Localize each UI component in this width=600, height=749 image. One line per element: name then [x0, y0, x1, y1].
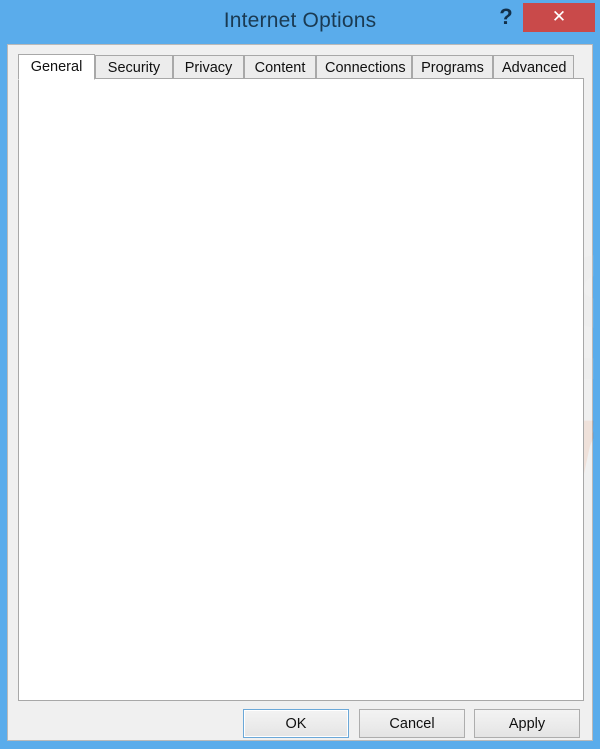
tab-strip: General Security Privacy Content Connect…: [18, 54, 584, 79]
tab-advanced[interactable]: Advanced: [493, 55, 574, 79]
internet-options-window: Internet Options ? ✕ pcrisk.com pcrisk.c…: [0, 0, 600, 749]
help-icon[interactable]: ?: [493, 2, 519, 32]
close-button[interactable]: ✕: [523, 3, 595, 32]
close-icon: ✕: [523, 3, 595, 32]
title-bar: Internet Options ? ✕: [0, 0, 600, 46]
dialog-client-area: pcrisk.com pcrisk.com General Security P…: [7, 44, 593, 741]
tab-privacy[interactable]: Privacy: [173, 55, 244, 79]
tab-general[interactable]: General: [18, 54, 95, 80]
tab-security[interactable]: Security: [95, 55, 173, 79]
tab-programs[interactable]: Programs: [412, 55, 493, 79]
tab-content[interactable]: Content: [244, 55, 316, 79]
ok-button[interactable]: OK: [243, 709, 349, 738]
apply-button[interactable]: Apply: [474, 709, 580, 738]
tab-page-general: [18, 78, 584, 701]
dialog-footer: OK Cancel Apply: [8, 701, 592, 742]
tab-connections[interactable]: Connections: [316, 55, 412, 79]
cancel-button[interactable]: Cancel: [359, 709, 465, 738]
